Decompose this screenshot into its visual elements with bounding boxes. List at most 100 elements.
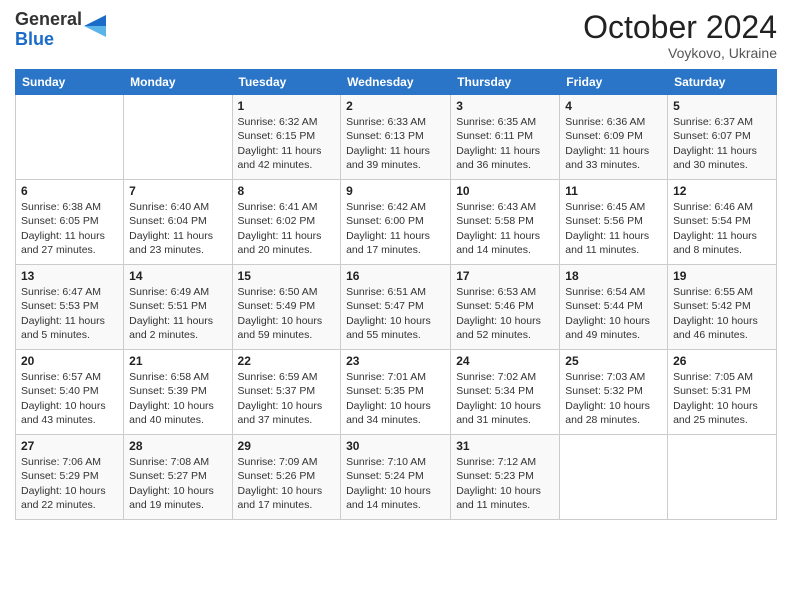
weekday-header-tuesday: Tuesday (232, 70, 341, 95)
day-info: Sunrise: 6:38 AM Sunset: 6:05 PM Dayligh… (21, 200, 118, 257)
week-row-1: 1Sunrise: 6:32 AM Sunset: 6:15 PM Daylig… (16, 95, 777, 180)
day-info: Sunrise: 6:47 AM Sunset: 5:53 PM Dayligh… (21, 285, 118, 342)
day-info: Sunrise: 6:53 AM Sunset: 5:46 PM Dayligh… (456, 285, 554, 342)
day-number: 17 (456, 269, 554, 283)
week-row-2: 6 Sunrise: 6:38 AM Sunset: 6:05 PM Daylig… (16, 180, 777, 265)
calendar-cell: 30 Sunrise: 7:10 AM Sunset: 5:24 PM Dayli… (341, 435, 451, 520)
day-info: Sunrise: 6:54 AM Sunset: 5:44 PM Dayligh… (565, 285, 662, 342)
day-info: Sunrise: 6:46 AM Sunset: 5:54 PM Dayligh… (673, 200, 771, 257)
day-info: Sunrise: 7:09 AM Sunset: 5:26 PM Dayligh… (238, 455, 336, 512)
day-number: 3 (456, 99, 554, 113)
calendar-cell: 2 Sunrise: 6:33 AM Sunset: 6:13 PM Daylig… (341, 95, 451, 180)
day-info: Sunrise: 7:05 AM Sunset: 5:31 PM Dayligh… (673, 370, 771, 427)
day-number: 18 (565, 269, 662, 283)
calendar-cell: 22 Sunrise: 6:59 AM Sunset: 5:37 PM Dayli… (232, 350, 341, 435)
logo-triangle-icon (84, 15, 106, 37)
day-info: Sunrise: 6:59 AM Sunset: 5:37 PM Dayligh… (238, 370, 336, 427)
day-info: Sunrise: 6:49 AM Sunset: 5:51 PM Dayligh… (129, 285, 226, 342)
day-info: Sunrise: 6:35 AM Sunset: 6:11 PM Dayligh… (456, 115, 554, 172)
location-subtitle: Voykovo, Ukraine (583, 45, 777, 61)
day-info: Sunrise: 6:36 AM Sunset: 6:09 PM Dayligh… (565, 115, 662, 172)
day-info: Sunrise: 6:51 AM Sunset: 5:47 PM Dayligh… (346, 285, 445, 342)
day-number: 30 (346, 439, 445, 453)
day-number: 16 (346, 269, 445, 283)
calendar-cell: 20 Sunrise: 6:57 AM Sunset: 5:40 PM Dayli… (16, 350, 124, 435)
day-info: Sunrise: 6:40 AM Sunset: 6:04 PM Dayligh… (129, 200, 226, 257)
day-number: 10 (456, 184, 554, 198)
day-info: Sunrise: 7:03 AM Sunset: 5:32 PM Dayligh… (565, 370, 662, 427)
day-number: 4 (565, 99, 662, 113)
day-info: Sunrise: 6:41 AM Sunset: 6:02 PM Dayligh… (238, 200, 336, 257)
calendar-cell (668, 435, 777, 520)
calendar-cell: 14Sunrise: 6:49 AM Sunset: 5:51 PM Dayli… (124, 265, 232, 350)
weekday-header-sunday: Sunday (16, 70, 124, 95)
day-number: 25 (565, 354, 662, 368)
calendar-cell: 8Sunrise: 6:41 AM Sunset: 6:02 PM Daylig… (232, 180, 341, 265)
day-number: 26 (673, 354, 771, 368)
day-number: 22 (238, 354, 336, 368)
day-number: 23 (346, 354, 445, 368)
day-number: 15 (238, 269, 336, 283)
logo-general: General (15, 9, 82, 29)
day-info: Sunrise: 7:08 AM Sunset: 5:27 PM Dayligh… (129, 455, 226, 512)
logo-blue: Blue (15, 29, 54, 49)
weekday-header-monday: Monday (124, 70, 232, 95)
day-info: Sunrise: 6:57 AM Sunset: 5:40 PM Dayligh… (21, 370, 118, 427)
calendar-cell: 15Sunrise: 6:50 AM Sunset: 5:49 PM Dayli… (232, 265, 341, 350)
day-number: 21 (129, 354, 226, 368)
logo: General Blue (15, 10, 106, 50)
weekday-header-wednesday: Wednesday (341, 70, 451, 95)
day-number: 11 (565, 184, 662, 198)
calendar-cell (560, 435, 668, 520)
calendar-cell: 7 Sunrise: 6:40 AM Sunset: 6:04 PM Daylig… (124, 180, 232, 265)
calendar-cell (124, 95, 232, 180)
day-number: 6 (21, 184, 118, 198)
day-info: Sunrise: 7:02 AM Sunset: 5:34 PM Dayligh… (456, 370, 554, 427)
day-info: Sunrise: 7:06 AM Sunset: 5:29 PM Dayligh… (21, 455, 118, 512)
calendar-cell: 10Sunrise: 6:43 AM Sunset: 5:58 PM Dayli… (451, 180, 560, 265)
calendar-cell: 17 Sunrise: 6:53 AM Sunset: 5:46 PM Dayli… (451, 265, 560, 350)
week-row-3: 13 Sunrise: 6:47 AM Sunset: 5:53 PM Dayli… (16, 265, 777, 350)
calendar-cell: 9 Sunrise: 6:42 AM Sunset: 6:00 PM Daylig… (341, 180, 451, 265)
weekday-header-friday: Friday (560, 70, 668, 95)
day-info: Sunrise: 6:55 AM Sunset: 5:42 PM Dayligh… (673, 285, 771, 342)
calendar-cell: 3 Sunrise: 6:35 AM Sunset: 6:11 PM Daylig… (451, 95, 560, 180)
day-info: Sunrise: 6:58 AM Sunset: 5:39 PM Dayligh… (129, 370, 226, 427)
title-block: October 2024 Voykovo, Ukraine (583, 10, 777, 61)
calendar-cell: 1Sunrise: 6:32 AM Sunset: 6:15 PM Daylig… (232, 95, 341, 180)
calendar-cell: 25 Sunrise: 7:03 AM Sunset: 5:32 PM Dayli… (560, 350, 668, 435)
calendar-cell: 28Sunrise: 7:08 AM Sunset: 5:27 PM Dayli… (124, 435, 232, 520)
day-info: Sunrise: 7:10 AM Sunset: 5:24 PM Dayligh… (346, 455, 445, 512)
day-number: 20 (21, 354, 118, 368)
calendar-cell: 21 Sunrise: 6:58 AM Sunset: 5:39 PM Dayli… (124, 350, 232, 435)
week-row-4: 20 Sunrise: 6:57 AM Sunset: 5:40 PM Dayli… (16, 350, 777, 435)
day-number: 7 (129, 184, 226, 198)
logo-text: General Blue (15, 10, 106, 50)
day-number: 13 (21, 269, 118, 283)
weekday-header-row: SundayMondayTuesdayWednesdayThursdayFrid… (16, 70, 777, 95)
calendar-cell: 27Sunrise: 7:06 AM Sunset: 5:29 PM Dayli… (16, 435, 124, 520)
calendar-cell: 12 Sunrise: 6:46 AM Sunset: 5:54 PM Dayli… (668, 180, 777, 265)
day-number: 31 (456, 439, 554, 453)
day-number: 19 (673, 269, 771, 283)
day-number: 9 (346, 184, 445, 198)
day-number: 24 (456, 354, 554, 368)
day-info: Sunrise: 6:33 AM Sunset: 6:13 PM Dayligh… (346, 115, 445, 172)
calendar-cell: 16 Sunrise: 6:51 AM Sunset: 5:47 PM Dayli… (341, 265, 451, 350)
day-number: 29 (238, 439, 336, 453)
day-info: Sunrise: 6:45 AM Sunset: 5:56 PM Dayligh… (565, 200, 662, 257)
calendar-cell: 24 Sunrise: 7:02 AM Sunset: 5:34 PM Dayli… (451, 350, 560, 435)
day-number: 2 (346, 99, 445, 113)
calendar-cell: 19 Sunrise: 6:55 AM Sunset: 5:42 PM Dayli… (668, 265, 777, 350)
calendar-cell: 6 Sunrise: 6:38 AM Sunset: 6:05 PM Daylig… (16, 180, 124, 265)
calendar-table: SundayMondayTuesdayWednesdayThursdayFrid… (15, 69, 777, 520)
calendar-cell: 13 Sunrise: 6:47 AM Sunset: 5:53 PM Dayli… (16, 265, 124, 350)
calendar-cell: 5Sunrise: 6:37 AM Sunset: 6:07 PM Daylig… (668, 95, 777, 180)
day-number: 12 (673, 184, 771, 198)
month-title: October 2024 (583, 10, 777, 45)
day-info: Sunrise: 6:42 AM Sunset: 6:00 PM Dayligh… (346, 200, 445, 257)
weekday-header-saturday: Saturday (668, 70, 777, 95)
weekday-header-thursday: Thursday (451, 70, 560, 95)
week-row-5: 27Sunrise: 7:06 AM Sunset: 5:29 PM Dayli… (16, 435, 777, 520)
header: General Blue October 2024 Voykovo, Ukrai… (15, 10, 777, 61)
